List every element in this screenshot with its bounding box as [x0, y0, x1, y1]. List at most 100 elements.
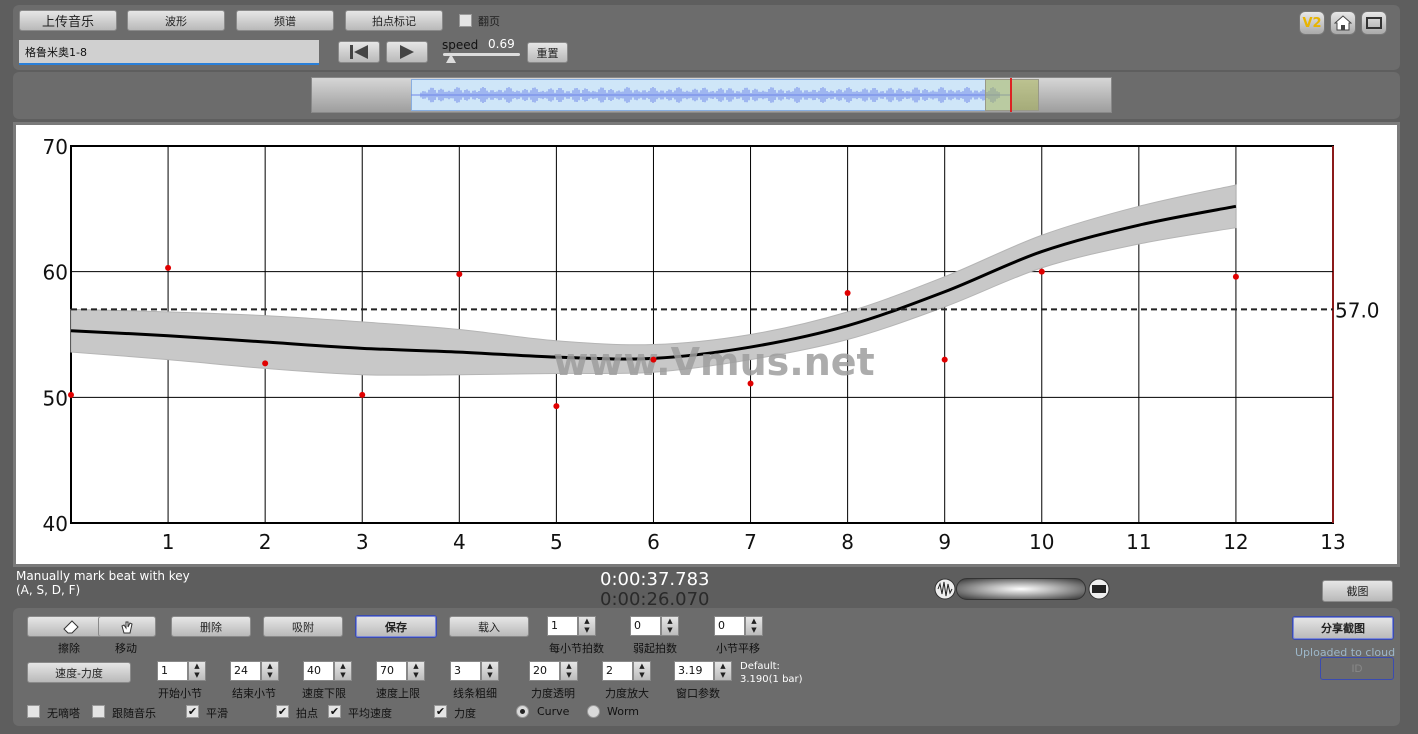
upload-music-button[interactable]: 上传音乐 [19, 10, 117, 31]
current-time: 0:00:37.783 [600, 569, 710, 590]
fullscreen-button[interactable] [1361, 11, 1387, 35]
mode-button[interactable]: 速度-力度 [27, 662, 131, 683]
x-tick-label: 8 [841, 530, 854, 554]
line-width-label: 线条粗细 [453, 687, 497, 700]
move-label: 移动 [115, 642, 137, 655]
delete-button[interactable]: 删除 [171, 616, 251, 637]
play-icon [400, 45, 414, 59]
beat-point[interactable] [650, 356, 657, 363]
x-tick-label: 13 [1320, 530, 1345, 554]
pickup-beats-stepper[interactable]: 0 ▲ ▼ [630, 616, 679, 636]
total-time: 0:00:26.070 [600, 589, 710, 610]
share-screenshot-button[interactable]: 分享截图 [1292, 616, 1394, 640]
flip-page-checkbox[interactable] [459, 14, 472, 27]
smooth-checkbox[interactable]: ✔ [186, 705, 199, 718]
beat-points-checkbox[interactable]: ✔ [276, 705, 289, 718]
song-title-field[interactable]: 格鲁米奥1-8 [19, 40, 319, 65]
reset-button[interactable]: 重置 [527, 42, 568, 63]
x-tick-label: 2 [259, 530, 272, 554]
hint-line-2: (A, S, D, F) [16, 583, 81, 597]
window-param-stepper[interactable]: 3.19 ▲ ▼ [674, 661, 732, 681]
metronome-checkbox[interactable] [27, 705, 40, 718]
start-bar-label: 开始小节 [158, 687, 202, 700]
beat-point[interactable] [747, 380, 754, 387]
beat-point[interactable] [359, 391, 366, 398]
volume-control[interactable] [934, 576, 1110, 602]
volume-slider[interactable] [956, 578, 1086, 600]
home-button[interactable] [1330, 11, 1356, 35]
tempo-chart[interactable]: 57.0 www.Vmus.net 1 2 3 4 5 6 7 8 9 10 11 12 1340506… [16, 125, 1397, 564]
save-button[interactable]: 保存 [355, 615, 437, 638]
window-param-label: 窗口参数 [676, 687, 720, 700]
beat-point[interactable] [456, 271, 463, 278]
follow-music-label: 跟随音乐 [112, 707, 156, 720]
skip-back-icon [350, 45, 368, 59]
avg-tempo-checkbox[interactable]: ✔ [328, 705, 341, 718]
fullscreen-icon [1366, 17, 1382, 29]
smooth-label: 平滑 [206, 707, 228, 720]
screenshot-button[interactable]: 截图 [1322, 580, 1393, 602]
tempo-max-stepper[interactable]: 70 ▲ ▼ [376, 661, 425, 681]
flip-page-label: 翻页 [478, 15, 500, 28]
waveform-button[interactable]: 波形 [127, 10, 225, 31]
tempo-max-label: 速度上限 [376, 687, 420, 700]
v2-button[interactable]: V2 [1299, 11, 1325, 35]
end-bar-label: 结束小节 [232, 687, 276, 700]
start-bar-stepper[interactable]: 1 ▲ ▼ [157, 661, 206, 681]
curve-label: Curve [537, 705, 570, 718]
x-tick-label: 9 [938, 530, 951, 554]
beat-mark-button[interactable]: 拍点标记 [345, 10, 443, 31]
rewind-button[interactable] [338, 41, 380, 63]
x-tick-label: 12 [1223, 530, 1248, 554]
end-bar-stepper[interactable]: 24 ▲ ▼ [230, 661, 279, 681]
waveform-overview [411, 87, 1011, 103]
line-width-stepper[interactable]: 3 ▲ ▼ [450, 661, 499, 681]
playhead-window[interactable] [985, 79, 1039, 111]
move-button[interactable] [98, 616, 156, 637]
beat-point[interactable] [262, 360, 269, 367]
y-tick-label: 40 [43, 512, 68, 536]
watermark: www.Vmus.net [553, 340, 874, 384]
beats-per-bar-stepper[interactable]: 1 ▲ ▼ [547, 616, 596, 636]
follow-music-checkbox[interactable] [92, 705, 105, 718]
id-button[interactable]: ID [1320, 657, 1394, 680]
speed-label: speed [442, 38, 479, 52]
x-tick-label: 6 [647, 530, 660, 554]
load-button[interactable]: 载入 [449, 616, 529, 637]
x-tick-label: 11 [1126, 530, 1151, 554]
default-line-2: 3.190(1 bar) [740, 674, 803, 685]
dynamics-checkbox[interactable]: ✔ [434, 705, 447, 718]
snap-button[interactable]: 吸附 [263, 616, 343, 637]
x-tick-label: 7 [744, 530, 757, 554]
beat-point[interactable] [553, 403, 560, 410]
x-tick-label: 10 [1029, 530, 1054, 554]
dyn-zoom-stepper[interactable]: 2 ▲ ▼ [602, 661, 651, 681]
worm-radio[interactable] [587, 705, 600, 718]
worm-label: Worm [607, 705, 640, 718]
play-button[interactable] [386, 41, 428, 63]
average-tempo-label: 57.0 [1335, 298, 1380, 322]
hand-icon [121, 621, 133, 633]
dyn-zoom-label: 力度放大 [605, 687, 649, 700]
waveform-icon [934, 578, 956, 600]
dyn-alpha-stepper[interactable]: 20 ▲ ▼ [529, 661, 578, 681]
bar-shift-stepper[interactable]: 0 ▲ ▼ [714, 616, 763, 636]
dynamics-label: 力度 [454, 707, 476, 720]
beat-point[interactable] [844, 290, 851, 297]
eraser-icon [63, 619, 79, 633]
y-tick-label: 60 [43, 261, 68, 285]
beat-point[interactable] [68, 391, 74, 398]
loud-waveform-icon [1088, 578, 1110, 600]
beat-point[interactable] [165, 264, 172, 271]
playhead-marker[interactable] [1010, 78, 1012, 112]
y-tick-label: 70 [43, 135, 68, 159]
speed-slider-handle[interactable] [446, 54, 456, 63]
pickup-beats-label: 弱起拍数 [633, 642, 677, 655]
beat-point[interactable] [1038, 268, 1045, 275]
curve-radio[interactable] [516, 705, 529, 718]
beat-point[interactable] [941, 356, 948, 363]
x-tick-label: 4 [453, 530, 466, 554]
spectrum-button[interactable]: 频谱 [236, 10, 334, 31]
beat-point[interactable] [1232, 273, 1239, 280]
tempo-min-stepper[interactable]: 40 ▲ ▼ [303, 661, 352, 681]
